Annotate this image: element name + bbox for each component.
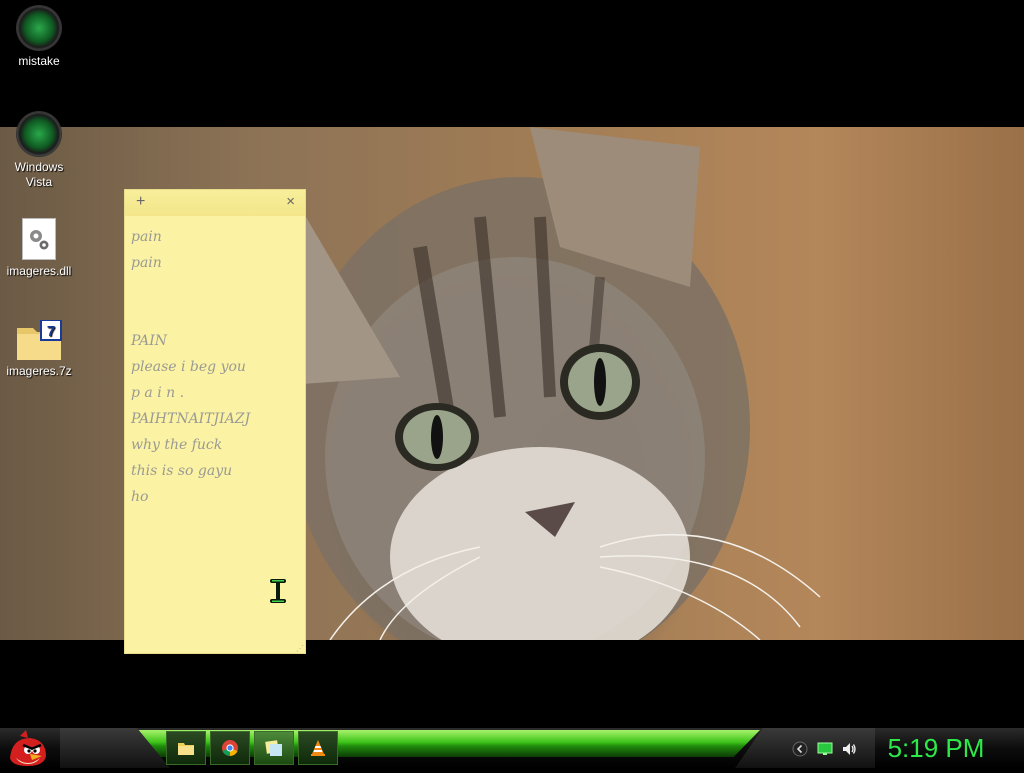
desktop: mistake Windows Vista imageres.dll 7 ima… [0,0,1024,768]
sticky-notes-icon [265,740,282,756]
green-orb-icon [17,6,61,50]
svg-text:7: 7 [47,323,55,340]
note-line [131,304,299,330]
start-button[interactable] [6,728,50,768]
green-orb-icon [17,112,61,156]
text-cursor-icon [268,578,288,604]
sticky-note-text-area[interactable]: pain pain PAIN please i beg you p a i n … [125,216,305,512]
sticky-note-window[interactable]: + × pain pain PAIN please i beg you p a … [125,190,305,653]
note-line: PAIHTNAITJIAZJ [131,411,251,427]
volume-icon [843,743,856,755]
dll-file-icon [22,218,56,260]
note-line: PAIN [131,333,168,349]
tray-chevron-button[interactable] [792,741,808,757]
sticky-note-title-bar[interactable]: + × [125,190,305,216]
note-line: please i beg you [131,359,246,375]
note-line: ho [131,489,149,505]
taskbar-button-chrome[interactable] [210,731,250,765]
tray-volume-button[interactable] [841,741,857,757]
taskbar-button-file-explorer[interactable] [166,731,206,765]
angry-bird-icon [10,730,46,766]
desktop-icon-mistake[interactable]: mistake [0,6,78,69]
note-line: this is so gayu [131,463,233,479]
desktop-icon-imageres-7z[interactable]: 7 imageres.7z [0,319,78,379]
chrome-icon [222,740,238,757]
vlc-icon [311,740,325,756]
add-note-button[interactable]: + [136,193,145,211]
desktop-icon-windows-vista[interactable]: Windows Vista [0,112,78,190]
tray-network-button[interactable] [817,741,833,757]
taskbar-button-sticky-notes[interactable] [254,731,294,765]
file-explorer-icon [178,743,194,755]
chevron-icon [792,741,808,757]
desktop-icon-label: imageres.dll [6,264,72,278]
desktop-icon-label: Windows Vista [14,160,64,189]
desktop-icon-label: mistake [18,54,60,68]
close-note-button[interactable]: × [286,193,295,210]
note-line: why the fuck [131,437,223,453]
resize-grip-icon[interactable]: ⋰ [296,644,304,653]
desktop-icon-imageres-dll[interactable]: imageres.dll [0,218,78,279]
taskbar-clock[interactable]: 5:19 PM [870,731,1002,765]
note-line: pain [131,229,162,245]
note-line: p a i n . [131,385,185,401]
7z-archive-folder-icon: 7 [15,319,63,360]
monitor-icon [817,742,833,755]
note-line [131,278,299,304]
desktop-icon-label: imageres.7z [6,364,72,378]
taskbar-button-vlc[interactable] [298,731,338,765]
note-line: pain [131,255,162,271]
